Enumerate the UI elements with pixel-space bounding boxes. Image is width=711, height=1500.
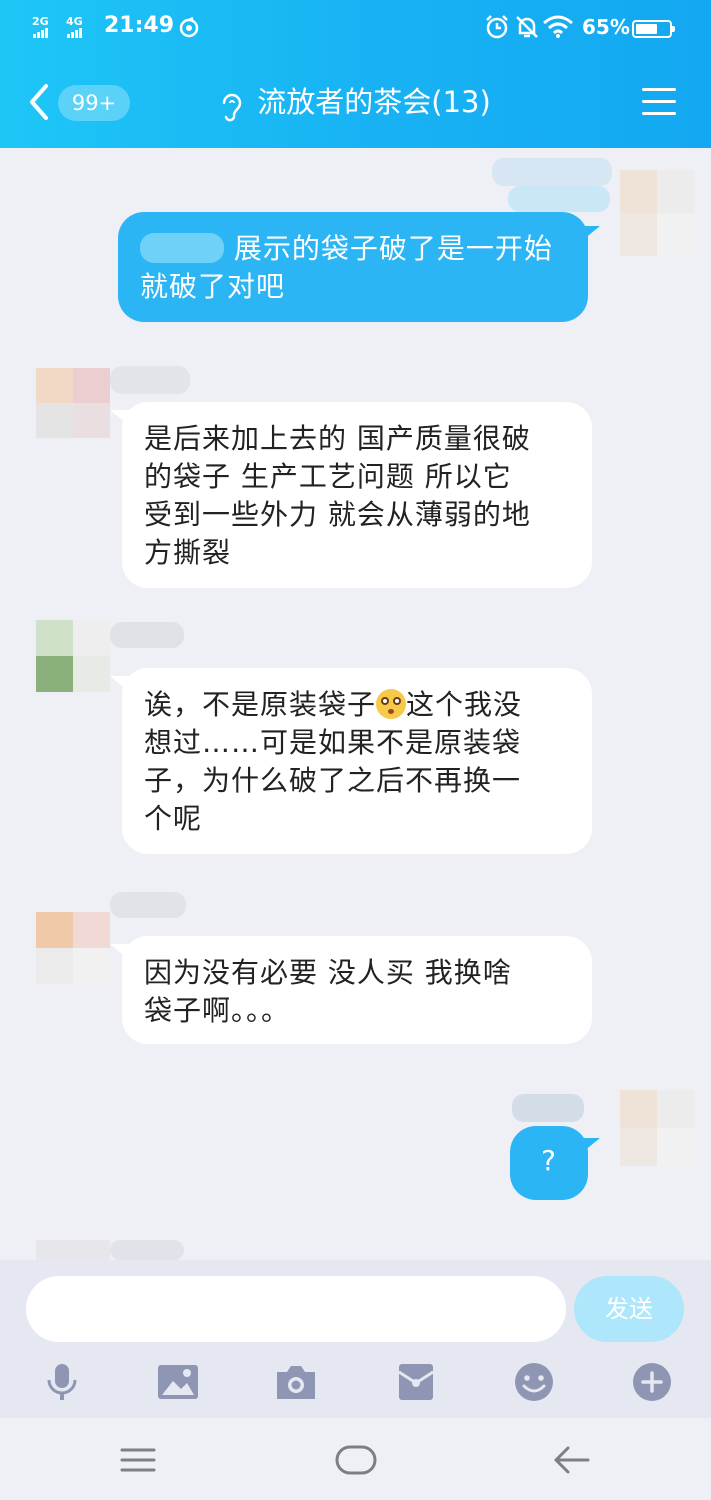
flushed-face-emoji-icon bbox=[376, 689, 407, 719]
microphone-icon[interactable] bbox=[40, 1362, 84, 1402]
message-text: 的袋子 生产工艺问题 所以它 bbox=[144, 460, 512, 493]
sender-name bbox=[110, 892, 186, 918]
avatar-member[interactable] bbox=[36, 1240, 110, 1260]
battery-percent: 65% bbox=[582, 15, 630, 39]
camera-icon[interactable] bbox=[274, 1362, 318, 1402]
sender-name bbox=[110, 622, 184, 648]
avatar-self[interactable] bbox=[620, 170, 694, 256]
avatar-member[interactable] bbox=[36, 912, 110, 984]
message-text: 诶，不是原装袋子 bbox=[144, 688, 377, 721]
sender-name-self bbox=[512, 1094, 584, 1122]
system-back-icon[interactable] bbox=[552, 1440, 592, 1480]
signal-2g-icon: 2G bbox=[32, 16, 49, 38]
message-input[interactable] bbox=[26, 1276, 566, 1342]
message-text: 方撕裂 bbox=[144, 536, 232, 569]
composer: 发送 bbox=[0, 1260, 711, 1418]
message-text: 个呢 bbox=[144, 802, 203, 835]
bubble-tail bbox=[110, 410, 132, 428]
wifi-icon bbox=[543, 15, 573, 38]
chat-area[interactable]: 展示的袋子破了是一开始 就破了对吧 是后来加上去的 国产质量很破 的袋子 生产工… bbox=[0, 148, 711, 1260]
message-text: 想过……可是如果不是原装袋 bbox=[144, 726, 522, 759]
bubble-tail bbox=[578, 1138, 600, 1156]
message-text: 受到一些外力 就会从薄弱的地 bbox=[144, 498, 531, 531]
earpiece-mode-icon[interactable] bbox=[220, 93, 242, 123]
message-text: 是后来加上去的 国产质量很破 bbox=[144, 422, 531, 455]
message-bubble-outgoing[interactable]: ? bbox=[510, 1126, 588, 1200]
message-text: 就破了对吧 bbox=[140, 270, 286, 303]
message-text: 展示的袋子破了是一开始 bbox=[233, 232, 553, 265]
image-icon[interactable] bbox=[156, 1362, 200, 1402]
status-bar: 2G 4G 21:49 65% bbox=[0, 12, 711, 46]
sender-name bbox=[110, 1240, 184, 1260]
sender-title-self bbox=[508, 186, 610, 212]
bubble-tail bbox=[110, 676, 132, 694]
avatar-member[interactable] bbox=[36, 368, 110, 438]
sender-name bbox=[110, 366, 190, 394]
app-header: 2G 4G 21:49 65% 99+ 流放者的茶会(13) bbox=[0, 0, 711, 148]
message-bubble-incoming[interactable]: 是后来加上去的 国产质量很破 的袋子 生产工艺问题 所以它 受到一些外力 就会从… bbox=[122, 402, 592, 588]
mute-bell-icon bbox=[516, 16, 538, 38]
group-title: 流放者的茶会(13) bbox=[257, 85, 491, 119]
plus-icon[interactable] bbox=[630, 1362, 674, 1402]
sender-name-self bbox=[492, 158, 612, 186]
message-text: ? bbox=[541, 1144, 557, 1177]
mention-blurred bbox=[140, 233, 224, 263]
group-menu-icon[interactable] bbox=[642, 88, 676, 118]
system-navigation-bar bbox=[0, 1418, 711, 1500]
message-bubble-incoming[interactable]: 诶，不是原装袋子 这个我没 想过……可是如果不是原装袋 子，为什么破了之后不再换一… bbox=[122, 668, 592, 854]
bubble-tail bbox=[110, 944, 132, 962]
message-bubble-outgoing[interactable]: 展示的袋子破了是一开始 就破了对吧 bbox=[118, 212, 588, 322]
message-bubble-incoming[interactable]: 因为没有必要 没人买 我换啥 袋子啊。。。 bbox=[122, 936, 592, 1044]
message-text: 因为没有必要 没人买 我换啥 bbox=[144, 956, 512, 989]
message-text: 这个我没 bbox=[406, 688, 523, 721]
signal-4g-icon: 4G bbox=[66, 16, 83, 38]
avatar-self[interactable] bbox=[620, 1090, 694, 1166]
message-text: 袋子啊。。。 bbox=[144, 994, 291, 1027]
battery-icon bbox=[632, 20, 675, 38]
red-packet-icon[interactable] bbox=[394, 1362, 438, 1402]
sync-icon bbox=[179, 17, 199, 38]
avatar-member[interactable] bbox=[36, 620, 110, 692]
alarm-icon bbox=[486, 15, 508, 39]
message-text: 子，为什么破了之后不再换一 bbox=[144, 764, 522, 797]
title-bar: 流放者的茶会(13) bbox=[0, 82, 711, 123]
emoji-icon[interactable] bbox=[512, 1362, 556, 1402]
send-button[interactable]: 发送 bbox=[574, 1276, 684, 1342]
home-icon[interactable] bbox=[334, 1440, 378, 1480]
clock: 21:49 bbox=[104, 13, 175, 38]
recent-apps-icon[interactable] bbox=[118, 1440, 158, 1480]
bubble-tail bbox=[578, 226, 600, 244]
